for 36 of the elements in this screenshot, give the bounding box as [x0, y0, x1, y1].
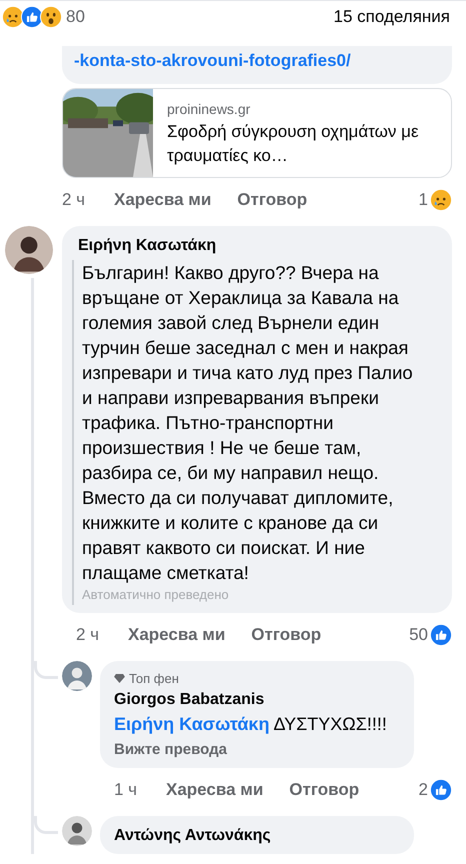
avatar: [62, 816, 92, 846]
see-translation-link[interactable]: Вижте превода: [114, 739, 227, 762]
mention-link[interactable]: Ειρήνη Κασωτάκη: [114, 714, 270, 734]
diamond-icon: [114, 674, 125, 683]
reaction-count: 50: [409, 624, 428, 646]
like-link[interactable]: Харесва ми: [114, 187, 212, 213]
reply-link[interactable]: Отговор: [251, 622, 322, 648]
sad-face-icon: [430, 189, 452, 211]
reply-link[interactable]: Отговор: [289, 776, 360, 802]
comment-author[interactable]: Giorgos Babatzanis: [114, 688, 400, 712]
comment-time: 1 ч: [114, 778, 138, 801]
comment-time: 2 ч: [62, 189, 86, 212]
comment-text: Българин! Какво друго?? Вчера на връщане от Хераклица за Кавала на големия завой след Върнели един турчин беше заседнал с мен и накрая изпревари и тича като луд през Палио и направи изпреварвания въпреки трафика. Пътно-транспортни произшествия ! Не че беше там, разбира се, би му направил нещо. Вместо да си получават дипломите, книжките и колите с кранове да си правят каквото си поискат. И ние плащаме сметката!: [82, 261, 414, 585]
reaction-count: 1: [418, 189, 428, 212]
like-link[interactable]: Харесва ми: [166, 776, 264, 802]
link-preview-card[interactable]: proininews.gr Σφοδρή σύγκρουση οχημάτων με τραυματίες κο…: [62, 88, 452, 178]
comment-author[interactable]: Αντώνης Αντωνάκης: [114, 824, 400, 848]
comment-time: 2 ч: [76, 624, 100, 646]
avatar: [5, 226, 53, 274]
preview-title: Σφοδρή σύγκρουση οχημάτων με τραυματίες κο…: [167, 121, 420, 167]
like-icon: [21, 6, 43, 28]
reply-link[interactable]: Отговор: [237, 187, 308, 213]
comment-text: Ειρήνη Κασωτάκη ΔΥΣΤΥΧΩΣ!!!!: [114, 713, 388, 736]
comment-author[interactable]: Ειρήνη Κασωτάκη: [78, 234, 442, 258]
surprised-face-icon: [40, 6, 62, 28]
like-icon: [430, 624, 452, 646]
avatar: [62, 660, 92, 690]
translation-note: Автоматично преведено: [82, 586, 230, 604]
top-fan-label: Топ фен: [129, 670, 179, 688]
like-link[interactable]: Харесва ми: [128, 622, 226, 648]
reaction-count[interactable]: 80: [66, 4, 85, 30]
article-link[interactable]: -konta-sto-akrovouni-fotografies0/: [74, 51, 351, 70]
preview-domain: proininews.gr: [167, 100, 252, 119]
reaction-count: 2: [418, 778, 428, 801]
like-icon: [430, 778, 452, 800]
shares-count[interactable]: 15 споделяния: [334, 4, 450, 30]
